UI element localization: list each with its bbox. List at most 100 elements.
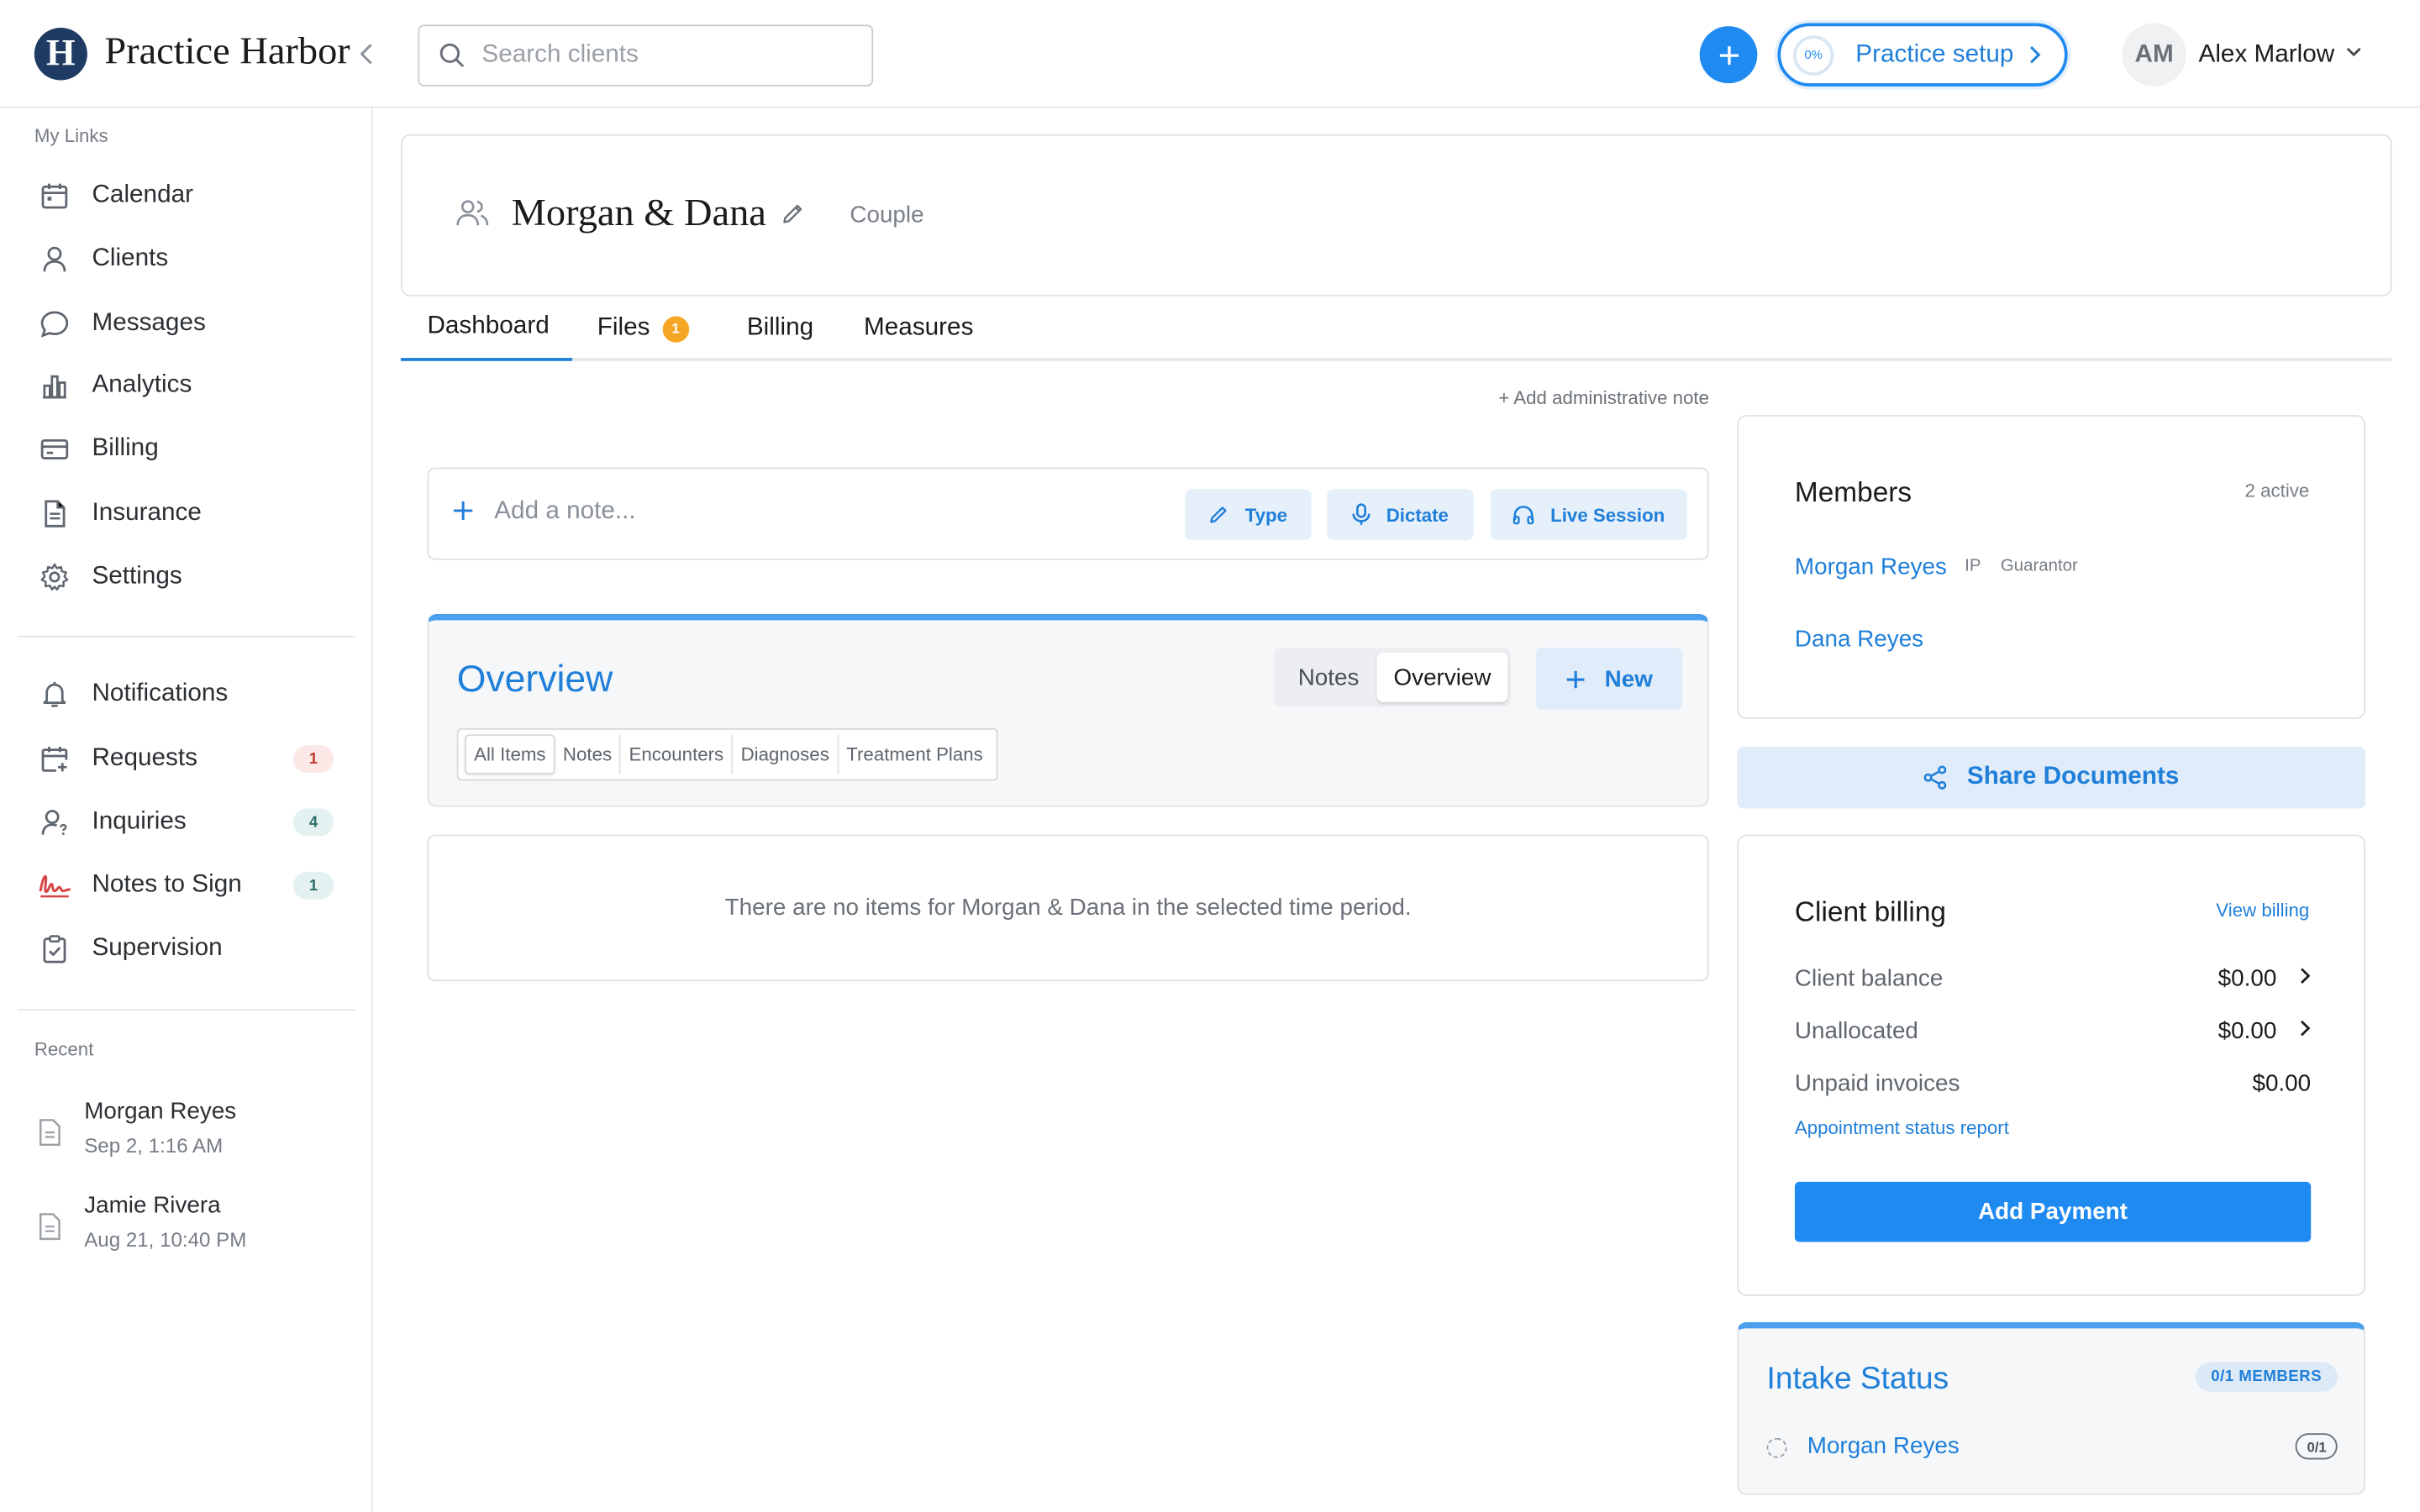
dictate-button[interactable]: Dictate [1327, 489, 1474, 540]
overview-title: Overview [456, 659, 613, 701]
practice-setup-label: Practice setup [1855, 40, 2014, 67]
search-field[interactable] [418, 24, 874, 87]
quick-add-button[interactable] [1699, 26, 1758, 84]
tab-measures[interactable]: Measures [864, 297, 973, 361]
recent-item[interactable]: Morgan Reyes Sep 2, 1:16 AM [34, 1099, 346, 1176]
sidebar-item-label: Billing [92, 434, 159, 462]
tab-label: Billing [746, 314, 814, 341]
practice-setup-button[interactable]: 0% Practice setup [1777, 23, 2068, 87]
client-type-label: Couple [850, 202, 924, 228]
share-documents-button[interactable]: Share Documents [1737, 746, 2366, 809]
user-question-icon [38, 806, 72, 839]
sidebar-item-label: Requests [92, 745, 197, 772]
calendar-icon [38, 179, 72, 213]
add-payment-button[interactable]: Add Payment [1794, 1181, 2312, 1242]
sidebar-item-label: Notifications [92, 680, 229, 707]
intake-status-card: Intake Status 0/1 MEMBERS Morgan Reyes 0… [1737, 1322, 2366, 1495]
collapse-sidebar-icon[interactable] [352, 37, 380, 71]
user-name[interactable]: Alex Marlow [2199, 42, 2335, 70]
live-session-button[interactable]: Live Session [1491, 489, 1687, 540]
members-title: Members [1794, 476, 1912, 508]
my-links-label: My Links [34, 124, 108, 147]
sidebar-item-messages[interactable]: Messages [18, 297, 352, 352]
filter-notes[interactable]: Notes [555, 734, 622, 775]
type-note-button[interactable]: Type [1185, 489, 1312, 540]
sidebar-item-label: Settings [92, 563, 182, 590]
recent-item-date: Aug 21, 10:40 PM [84, 1228, 247, 1252]
sidebar-item-calendar[interactable]: Calendar [18, 168, 352, 223]
setup-progress-ring: 0% [1793, 34, 1834, 76]
toggle-notes[interactable]: Notes [1281, 653, 1377, 702]
sidebar-item-inquiries[interactable]: Inquiries 4 [18, 795, 352, 850]
live-session-label: Live Session [1550, 503, 1665, 526]
recent-label: Recent [34, 1038, 94, 1060]
gear-icon [38, 560, 72, 594]
bill-row-label: Client balance [1794, 965, 1944, 992]
brand-logo[interactable]: H [34, 28, 87, 81]
sidebar-item-clients[interactable]: Clients [18, 232, 352, 287]
clipboard-check-icon [38, 932, 72, 965]
chat-bubble-icon [38, 307, 72, 341]
sidebar-item-settings[interactable]: Settings [18, 549, 352, 605]
edit-pencil-icon[interactable] [781, 202, 805, 226]
sidebar-item-label: Supervision [92, 935, 223, 962]
note-input[interactable] [494, 498, 1118, 527]
overview-panel: Overview Notes Overview New All Items No… [427, 614, 1709, 807]
couple-icon [455, 197, 490, 228]
sidebar-item-insurance[interactable]: Insurance [18, 486, 352, 542]
chevron-right-icon [2029, 45, 2042, 65]
sidebar-item-label: Messages [92, 310, 206, 337]
sidebar-item-requests[interactable]: Requests 1 [18, 732, 352, 787]
client-balance-row[interactable]: Client balance $0.00 [1795, 966, 2311, 1000]
tab-label: Files [597, 314, 650, 341]
member-link[interactable]: Morgan Reyes [1795, 554, 1947, 580]
tab-files[interactable]: Files 1 [597, 297, 689, 361]
microphone-icon [1352, 503, 1370, 525]
filter-treatment-plans[interactable]: Treatment Plans [839, 734, 991, 774]
toggle-overview[interactable]: Overview [1376, 652, 1508, 702]
headphones-icon [1513, 506, 1534, 525]
filter-encounters[interactable]: Encounters [621, 734, 734, 775]
bill-row-value: $0.00 [2217, 1018, 2277, 1045]
search-input[interactable] [481, 41, 856, 70]
sidebar: My Links Calendar Clients Messages Analy… [0, 108, 373, 1512]
sidebar-item-label: Insurance [92, 500, 202, 527]
intake-status-title: Intake Status [1766, 1362, 1949, 1397]
sidebar-item-notifications[interactable]: Notifications [18, 666, 352, 722]
requests-count-badge: 1 [292, 745, 334, 774]
client-billing-title: Client billing [1794, 896, 1947, 927]
sidebar-item-notes-to-sign[interactable]: Notes to Sign 1 [18, 858, 352, 913]
client-billing-card: Client billing View billing Client balan… [1737, 834, 2366, 1296]
appointment-status-report-link[interactable]: Appointment status report [1795, 1117, 2009, 1139]
tab-billing[interactable]: Billing [747, 297, 813, 361]
plus-icon [452, 500, 474, 522]
add-administrative-note-link[interactable]: + Add administrative note [1498, 387, 1709, 409]
sidebar-item-analytics[interactable]: Analytics [18, 358, 352, 413]
sidebar-item-supervision[interactable]: Supervision [18, 921, 352, 977]
bill-row-label: Unallocated [1794, 1018, 1918, 1045]
member-tag-ip: IP [1965, 557, 1981, 576]
recent-item-name: Morgan Reyes [84, 1098, 237, 1125]
view-toggle: Notes Overview [1274, 648, 1512, 707]
dictate-label: Dictate [1386, 503, 1449, 526]
member-link[interactable]: Dana Reyes [1795, 627, 1923, 653]
top-header: H Practice Harbor 0% Practice setup AM A… [0, 0, 2420, 108]
calendar-plus-icon [38, 742, 72, 775]
sidebar-item-label: Analytics [92, 371, 192, 398]
intake-member-link[interactable]: Morgan Reyes [1807, 1433, 1960, 1459]
user-icon [38, 242, 72, 276]
chevron-down-icon[interactable] [2345, 46, 2362, 59]
unallocated-row[interactable]: Unallocated $0.00 [1795, 1018, 2311, 1052]
credit-card-icon [38, 432, 72, 465]
new-item-button[interactable]: New [1535, 648, 1683, 710]
item-filter-group: All Items Notes Encounters Diagnoses Tre… [456, 727, 999, 781]
brand-name[interactable]: Practice Harbor [104, 31, 350, 74]
tab-dashboard[interactable]: Dashboard [400, 297, 573, 361]
filter-diagnoses[interactable]: Diagnoses [733, 734, 839, 775]
sidebar-item-billing[interactable]: Billing [18, 421, 352, 476]
unpaid-invoices-row: Unpaid invoices $0.00 [1795, 1071, 2311, 1105]
user-avatar[interactable]: AM [2122, 23, 2186, 87]
recent-item[interactable]: Jamie Rivera Aug 21, 10:40 PM [34, 1193, 346, 1270]
filter-all-items[interactable]: All Items [464, 734, 555, 775]
view-billing-link[interactable]: View billing [2216, 900, 2309, 921]
